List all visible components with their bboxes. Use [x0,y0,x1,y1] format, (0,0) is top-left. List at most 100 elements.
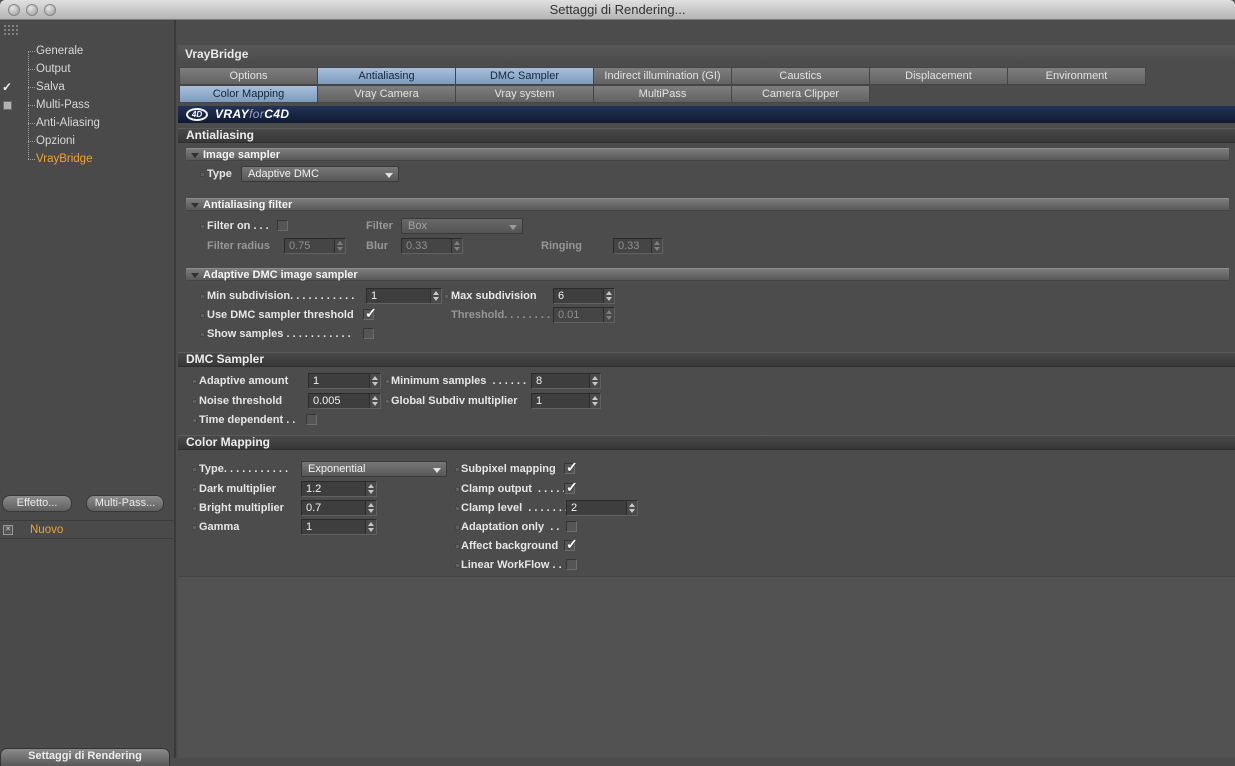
tab-caustics[interactable]: Caustics [731,67,870,85]
adaptive-amount-field[interactable]: 1 [308,373,381,389]
blur-field[interactable]: 0.33 [401,238,463,254]
tab-displacement[interactable]: Displacement [869,67,1008,85]
ringing-field[interactable]: 0.33 [613,238,663,254]
param-marker-icon [200,172,205,177]
spinner-icon[interactable] [430,289,441,303]
image-sampler-type-dropdown[interactable]: Adaptive DMC [241,166,399,182]
nuovo-row[interactable]: Nuovo [0,520,174,539]
sidebar-item-generale[interactable]: Generale [0,42,174,60]
spinner-icon[interactable] [589,374,600,388]
multipass-checkbox[interactable] [3,101,12,110]
settings-tree: Generale Output Salva Multi-Pass Anti-Al… [0,42,174,168]
tab-color-mapping[interactable]: Color Mapping [179,85,318,103]
max-subdivision-field[interactable]: 6 [553,288,615,304]
subsection-adaptive-dmc[interactable]: Adaptive DMC image sampler [186,268,1229,281]
filter-radius-label: Filter radius [207,240,270,252]
dark-multiplier-field[interactable]: 1.2 [301,481,377,497]
tab-camera-clipper[interactable]: Camera Clipper [731,85,870,103]
gamma-field[interactable]: 1 [301,519,377,535]
adaptation-only-label: Adaptation only . . [461,521,560,533]
sidebar-item-vraybridge[interactable]: VrayBridge [0,150,174,168]
adaptation-only-checkbox[interactable] [566,521,577,532]
time-dependent-checkbox[interactable] [306,414,317,425]
param-marker-icon [455,487,460,492]
minimum-samples-field[interactable]: 8 [531,373,601,389]
spinner-icon[interactable] [365,501,376,515]
threshold-field[interactable]: 0.01 [553,307,615,323]
min-subdivision-field[interactable]: 1 [366,288,442,304]
nuovo-icon[interactable] [3,525,13,535]
tab-options[interactable]: Options [179,67,318,85]
spinner-icon[interactable] [589,394,600,408]
empty-area [178,576,1235,758]
spinner-icon[interactable] [369,394,380,408]
spinner-icon[interactable] [626,501,637,515]
row-cm-6: Linear WorkFlow . . [178,557,1235,573]
subsection-image-sampler[interactable]: Image sampler [186,148,1229,161]
window-titlebar[interactable]: Settaggi di Rendering... [0,0,1235,20]
sidebar-item-antialiasing[interactable]: Anti-Aliasing [0,114,174,132]
spinner-icon[interactable] [365,482,376,496]
multipass-button[interactable]: Multi-Pass... [86,495,164,512]
linear-workflow-checkbox[interactable] [566,559,577,570]
dark-multiplier-label: Dark multiplier [199,483,277,495]
threshold-label: Threshold. . . . . . . . [451,309,551,321]
spinner-icon[interactable] [369,374,380,388]
global-subdiv-field[interactable]: 1 [531,393,601,409]
param-marker-icon [192,487,197,492]
tab-antialiasing[interactable]: Antialiasing [317,67,456,85]
drag-handle-icon[interactable] [3,24,20,35]
noise-threshold-field[interactable]: 0.005 [308,393,381,409]
param-marker-icon [200,313,205,318]
clamp-output-label: Clamp output . . . . . [461,483,566,495]
show-samples-checkbox[interactable] [363,328,374,339]
affect-background-label: Affect background [461,540,559,552]
color-mapping-type-dropdown[interactable]: Exponential [301,461,447,477]
bright-multiplier-field[interactable]: 0.7 [301,500,377,516]
tab-vray-camera[interactable]: Vray Camera [317,85,456,103]
tab-dmc-sampler[interactable]: DMC Sampler [455,67,594,85]
spinner-icon[interactable] [334,239,345,253]
effect-button[interactable]: Effetto... [2,495,72,512]
affect-background-checkbox[interactable] [564,536,578,553]
subsection-antialiasing-filter[interactable]: Antialiasing filter [186,198,1229,211]
spinner-icon[interactable] [603,308,614,322]
clamp-level-field[interactable]: 2 [566,500,638,516]
sidebar-item-multipass[interactable]: Multi-Pass [0,96,174,114]
spinner-icon[interactable] [451,239,462,253]
filter-on-checkbox[interactable] [277,220,288,231]
global-subdiv-label: Global Subdiv multiplier [391,395,518,407]
vray-brand-text: VRAYforC4D [215,107,290,122]
sidebar-item-opzioni[interactable]: Opzioni [0,132,174,150]
tab-environment[interactable]: Environment [1007,67,1146,85]
row-type: Type Adaptive DMC [178,166,1235,182]
row-subdivision: Min subdivision. . . . . . . . . . . 1 M… [178,288,1235,304]
row-filter-on: Filter on . . . Filter Box [178,218,1235,234]
filter-radius-field[interactable]: 0.75 [284,238,346,254]
vray-logo-icon: 4D [186,108,208,121]
subpixel-mapping-checkbox[interactable] [564,459,578,476]
render-settings-bottom-tab[interactable]: Settaggi di Rendering [0,748,170,766]
clamp-output-checkbox[interactable] [564,479,578,496]
filter-type-dropdown[interactable]: Box [401,218,523,234]
param-marker-icon [192,506,197,511]
row-cm-4: Gamma 1 Adaptation only . . [178,519,1235,535]
param-marker-icon [192,399,197,404]
sidebar-item-output[interactable]: Output [0,60,174,78]
tab-row-1: Options Antialiasing DMC Sampler Indirec… [179,67,1146,85]
spinner-icon[interactable] [365,520,376,534]
row-cm-2: Dark multiplier 1.2 Clamp output . . . .… [178,479,1235,497]
salva-check-icon[interactable] [2,78,12,96]
tab-vray-system[interactable]: Vray system [455,85,594,103]
min-subdivision-label: Min subdivision. . . . . . . . . . . [207,290,355,302]
tab-indirect-illumination[interactable]: Indirect illumination (GI) [593,67,732,85]
time-dependent-label: Time dependent . . [199,414,296,426]
param-marker-icon [200,224,205,229]
tab-multipass[interactable]: MultiPass [593,85,732,103]
spinner-icon[interactable] [651,239,662,253]
param-marker-icon [444,294,449,299]
sidebar-item-salva[interactable]: Salva [0,78,174,96]
cm-type-label: Type. . . . . . . . . . . [199,463,289,475]
spinner-icon[interactable] [603,289,614,303]
use-dmc-threshold-checkbox[interactable] [363,305,377,322]
